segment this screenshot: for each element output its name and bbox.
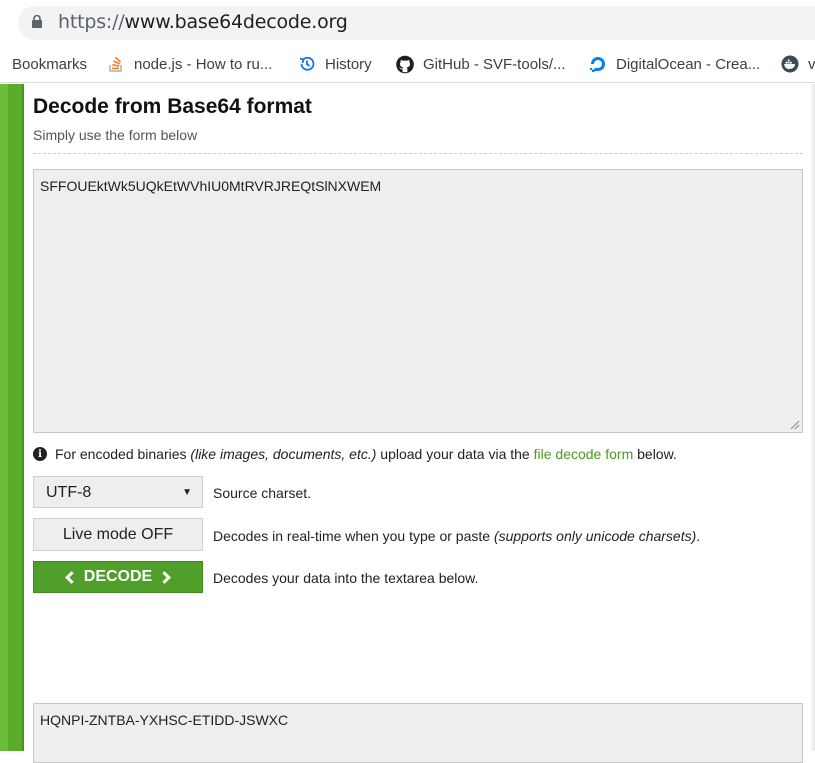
bookmark-docker[interactable]: v (781, 45, 815, 83)
output-text: HQNPI-ZNTBA-YXHSC-ETIDD-JSWXC (40, 712, 289, 728)
bookmark-label: History (325, 55, 372, 73)
base64-input-textarea[interactable]: SFFOUEktWk5UQkEtWVhIU0MtRVRJREQtSlNXWEM (33, 169, 803, 433)
bookmark-label: v (808, 55, 815, 73)
bookmark-bookmarks[interactable]: Bookmarks (12, 45, 87, 83)
url-text[interactable]: https://www.base64decode.org (58, 11, 348, 33)
bookmark-label: node.js - How to ru... (134, 55, 273, 73)
info-suffix: below. (637, 446, 677, 462)
bookmark-label: GitHub - SVF-tools/... (423, 55, 566, 73)
site-side-bar (0, 84, 24, 751)
divider (33, 153, 803, 154)
info-italic: (like images, documents, etc.) (190, 446, 377, 462)
live-mode-note: (supports only unicode charsets) (493, 528, 697, 544)
charset-selected-value: UTF-8 (46, 484, 92, 501)
bookmark-history[interactable]: History (298, 45, 372, 83)
github-icon (396, 55, 414, 73)
live-mode-suffix: . (696, 528, 701, 544)
bookmark-nodejs[interactable]: node.js - How to ru... (107, 45, 272, 83)
live-mode-button[interactable]: Live mode OFF (33, 518, 203, 551)
info-icon: i (33, 447, 47, 461)
side-bar-stripe (0, 84, 8, 751)
history-icon (298, 55, 316, 73)
bookmark-digitalocean[interactable]: DigitalOcean - Crea... (589, 45, 760, 83)
info-middle: upload your data via the (380, 446, 530, 462)
scroll-edge (810, 84, 815, 751)
live-mode-description: Decodes in real-time when you type or pa… (213, 528, 700, 544)
stackoverflow-icon (107, 55, 125, 73)
info-prefix: For encoded binaries (55, 446, 187, 462)
live-mode-label: Decodes in real-time when you type or pa… (213, 528, 491, 544)
page-subtitle: Simply use the form below (33, 127, 198, 143)
decode-description: Decodes your data into the textarea belo… (213, 570, 479, 586)
browser-url-bar: https://www.base64decode.org (0, 0, 815, 45)
binary-info-line: i For encoded binaries (like images, doc… (33, 446, 677, 462)
decode-button-label: DECODE (83, 568, 153, 585)
chevron-right-icon (158, 570, 172, 584)
side-bar-edge (22, 84, 24, 751)
file-decode-form-link[interactable]: file decode form (534, 446, 634, 462)
docker-icon (781, 55, 799, 73)
chevron-left-icon (64, 570, 78, 584)
charset-label: Source charset. (213, 485, 312, 501)
bookmark-label: DigitalOcean - Crea... (616, 55, 761, 73)
url-host: www.base64decode.org (124, 11, 348, 33)
lock-icon[interactable] (32, 15, 42, 28)
input-text: SFFOUEktWk5UQkEtWVhIU0MtRVRJREQtSlNXWEM (40, 178, 382, 194)
decoded-output-textarea[interactable]: HQNPI-ZNTBA-YXHSC-ETIDD-JSWXC (33, 703, 803, 763)
page-title: Decode from Base64 format (33, 95, 312, 118)
bookmarks-bar: Bookmarks node.js - How to ru... History (0, 45, 815, 83)
bookmark-label: Bookmarks (12, 55, 88, 73)
source-charset-select[interactable]: UTF-8 ▼ (33, 476, 203, 508)
dropdown-arrow-icon: ▼ (182, 487, 192, 498)
url-scheme: https:// (58, 11, 125, 33)
digitalocean-icon (589, 55, 607, 73)
bookmark-github[interactable]: GitHub - SVF-tools/... (396, 45, 566, 83)
resize-handle-icon[interactable] (790, 420, 800, 430)
decode-button[interactable]: DECODE (33, 561, 203, 593)
